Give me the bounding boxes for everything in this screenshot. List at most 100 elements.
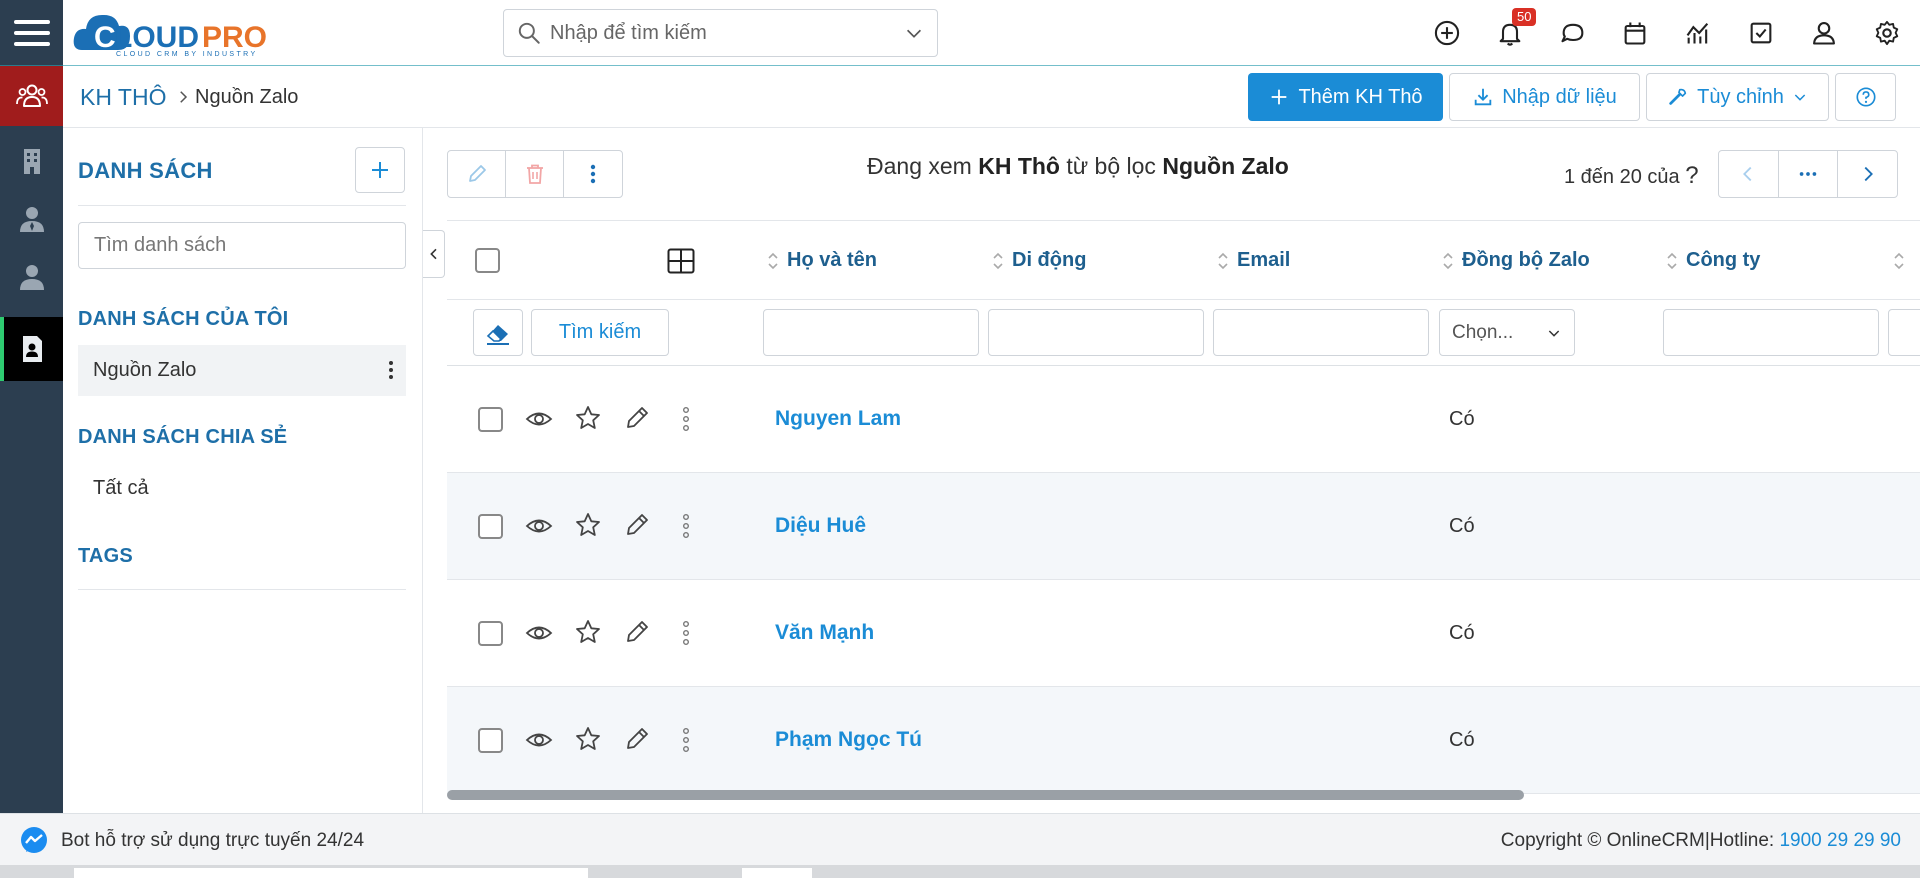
reports-button[interactable]	[1682, 17, 1714, 49]
messenger-icon[interactable]	[19, 826, 49, 856]
row-checkbox[interactable]	[478, 621, 503, 646]
rail-item-raw-leads[interactable]	[0, 317, 63, 381]
column-header-email[interactable]: Email	[1217, 249, 1290, 272]
filter-zalo-placeholder: Chọn...	[1452, 321, 1514, 343]
filter-mobile-input[interactable]	[988, 309, 1204, 356]
breadcrumb-module-link[interactable]: KH THÔ	[80, 84, 166, 111]
star-icon[interactable]	[574, 725, 602, 753]
quick-create-button[interactable]	[1431, 17, 1463, 49]
more-vertical-icon[interactable]	[672, 512, 700, 540]
add-list-button[interactable]	[355, 147, 405, 193]
tasks-button[interactable]	[1745, 17, 1777, 49]
row-checkbox[interactable]	[478, 514, 503, 539]
more-vertical-icon[interactable]	[672, 405, 700, 433]
pencil-icon	[468, 165, 486, 182]
customize-label: Tùy chỉnh	[1697, 85, 1784, 108]
import-data-button[interactable]: Nhập dữ liệu	[1449, 73, 1640, 121]
next-page-button[interactable]	[1838, 151, 1897, 197]
column-layout-icon[interactable]	[667, 248, 695, 274]
row-checkbox[interactable]	[478, 407, 503, 432]
pencil-icon[interactable]	[623, 618, 651, 646]
customize-dropdown-button[interactable]: Tùy chỉnh	[1646, 73, 1829, 121]
collapse-panel-button[interactable]	[423, 230, 445, 278]
chevron-down-icon[interactable]	[903, 22, 925, 44]
list-item-zalo-source[interactable]: Nguồn Zalo	[78, 345, 406, 396]
page-jump-button[interactable]	[1779, 151, 1839, 197]
chevron-right-icon	[1864, 166, 1873, 182]
search-icon	[518, 22, 540, 44]
scrollbar-thumb[interactable]	[447, 790, 1524, 800]
pencil-icon[interactable]	[623, 725, 651, 753]
chat-button[interactable]	[1557, 17, 1589, 49]
table-row[interactable]: Phạm Ngọc Tú Có	[447, 687, 1920, 794]
more-vertical-icon[interactable]	[388, 359, 394, 381]
eye-icon[interactable]	[525, 512, 553, 540]
chevron-right-icon	[180, 91, 188, 103]
global-search-input[interactable]	[550, 21, 903, 45]
eye-icon[interactable]	[525, 619, 553, 647]
filter-company-input[interactable]	[1663, 309, 1879, 356]
table-row[interactable]: Nguyen Lam Có	[447, 366, 1920, 473]
search-filter-button[interactable]: Tìm kiếm	[531, 309, 669, 356]
more-vertical-icon[interactable]	[672, 726, 700, 754]
row-name-link[interactable]: Văn Mạnh	[775, 621, 874, 645]
star-icon[interactable]	[574, 618, 602, 646]
prev-page-button[interactable]	[1719, 151, 1779, 197]
settings-button[interactable]	[1871, 17, 1903, 49]
rail-item-customers[interactable]	[0, 66, 63, 126]
more-vertical-icon[interactable]	[672, 619, 700, 647]
rail-item-companies[interactable]	[0, 133, 63, 189]
filter-email-input[interactable]	[1213, 309, 1429, 356]
filter-zalo-select[interactable]: Chọn...	[1439, 309, 1575, 356]
row-name-link[interactable]: Diệu Huê	[775, 514, 866, 538]
star-icon[interactable]	[574, 511, 602, 539]
support-bot-link[interactable]: Bot hỗ trợ sử dụng trực tuyến 24/24	[61, 830, 364, 852]
eye-icon[interactable]	[525, 405, 553, 433]
table-row[interactable]: Diệu Huê Có	[447, 473, 1920, 580]
column-header-label: Họ và tên	[787, 249, 878, 271]
row-zalo-sync: Có	[1449, 408, 1475, 430]
column-header-zalo-sync[interactable]: Đồng bộ Zalo	[1442, 249, 1590, 272]
calendar-button[interactable]	[1619, 17, 1651, 49]
list-search-input[interactable]	[78, 222, 406, 269]
row-zalo-sync: Có	[1449, 515, 1475, 537]
total-count-button[interactable]: ?	[1685, 162, 1698, 189]
shared-lists-title: DANH SÁCH CHIA SẺ	[78, 426, 288, 448]
rail-item-contacts[interactable]	[0, 191, 63, 247]
row-name-link[interactable]: Phạm Ngọc Tú	[775, 728, 922, 752]
list-item-all[interactable]: Tất cả	[78, 463, 406, 514]
more-actions-button[interactable]	[564, 151, 622, 197]
column-header-company[interactable]: Công ty	[1666, 249, 1760, 272]
records-main: Đang xem KH Thô từ bộ lọc Nguồn Zalo 1 đ…	[447, 128, 1920, 813]
module-rail	[0, 66, 63, 813]
star-icon[interactable]	[574, 404, 602, 432]
bulk-edit-button[interactable]	[448, 151, 506, 197]
chevron-left-icon	[1743, 166, 1752, 182]
my-lists-title: DANH SÁCH CỦA TÔI	[78, 308, 289, 330]
help-button[interactable]	[1835, 73, 1896, 121]
select-all-checkbox[interactable]	[475, 248, 500, 273]
notification-count-badge: 50	[1512, 8, 1537, 26]
column-header-name[interactable]: Họ và tên	[767, 249, 877, 272]
sort-icon[interactable]	[1893, 251, 1905, 271]
row-checkbox[interactable]	[478, 728, 503, 753]
column-header-mobile[interactable]: Di động	[992, 249, 1086, 272]
horizontal-scrollbar[interactable]	[447, 788, 1920, 802]
cloudpro-logo[interactable]: C LOUD PRO CLOUD CRM BY INDUSTRY	[72, 6, 302, 58]
menu-toggle-button[interactable]	[0, 0, 63, 66]
table-row[interactable]: Văn Mạnh Có	[447, 580, 1920, 687]
pencil-icon[interactable]	[623, 404, 651, 432]
filter-name-input[interactable]	[763, 309, 979, 356]
clear-filters-button[interactable]	[473, 309, 523, 356]
svg-text:CLOUD CRM BY INDUSTRY: CLOUD CRM BY INDUSTRY	[116, 51, 258, 58]
row-name-link[interactable]: Nguyen Lam	[775, 407, 901, 431]
eye-icon[interactable]	[525, 726, 553, 754]
filter-next-input[interactable]	[1888, 309, 1920, 356]
pencil-icon[interactable]	[623, 511, 651, 539]
rail-item-leads[interactable]	[0, 249, 63, 305]
bulk-delete-button[interactable]	[506, 151, 564, 197]
global-search[interactable]	[503, 9, 938, 57]
hotline-link[interactable]: 1900 29 29 90	[1779, 830, 1901, 851]
add-raw-lead-button[interactable]: Thêm KH Thô	[1248, 73, 1443, 121]
user-profile-button[interactable]	[1808, 17, 1840, 49]
